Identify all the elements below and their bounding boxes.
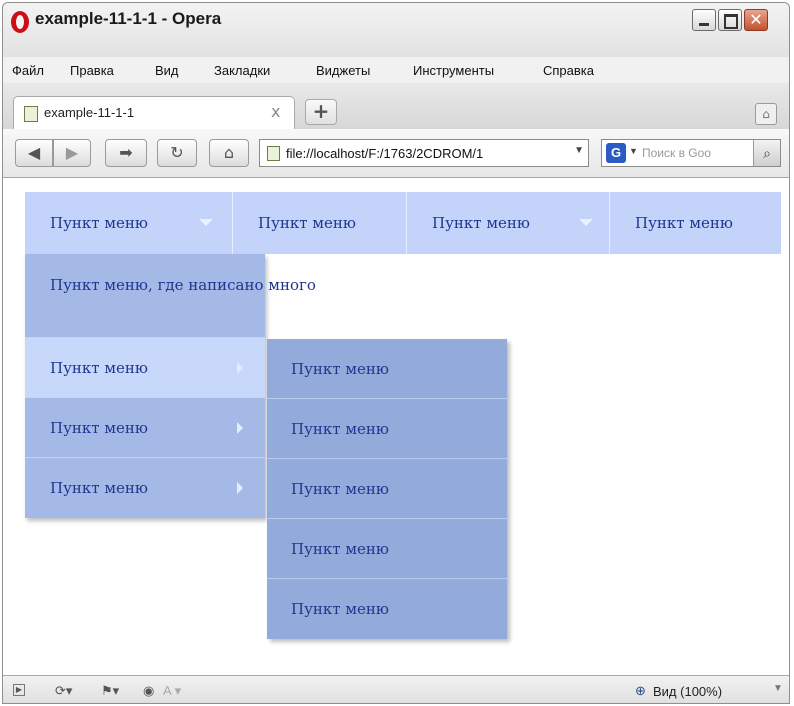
menu-help[interactable]: Справка	[543, 63, 594, 78]
title-bar: example-11-1-1 - Opera ✕	[3, 3, 789, 57]
menu-file[interactable]: Файл	[12, 63, 44, 78]
top-menu-item-4[interactable]: Пункт меню	[610, 192, 781, 254]
flyout-item-label: Пункт меню	[291, 540, 389, 558]
tab-close-button[interactable]: x	[271, 102, 280, 121]
menu-bar: Файл Правка Вид Закладки Виджеты Инструм…	[3, 57, 789, 83]
top-menu-label: Пункт меню	[50, 214, 148, 232]
url-dropdown-icon[interactable]: ▼	[574, 145, 584, 156]
tab-bar: example-11-1-1 x + ⌂	[3, 83, 789, 130]
search-engine-dropdown-icon[interactable]: ▼	[629, 146, 638, 156]
back-button[interactable]: ◀	[15, 139, 53, 167]
search-input[interactable]: Поиск в Goo	[642, 146, 750, 160]
browser-window: example-11-1-1 - Opera ✕ Файл Правка Вид…	[2, 2, 790, 704]
flyout-item-label: Пункт меню	[291, 480, 389, 498]
url-text[interactable]: file://localhost/F:/1763/2CDROM/1	[286, 146, 576, 161]
chevron-right-icon	[237, 482, 243, 494]
close-icon: ✕	[749, 10, 763, 29]
forward-button[interactable]: ▶	[53, 139, 91, 167]
top-menu-label: Пункт меню	[635, 214, 733, 232]
menu-view[interactable]: Вид	[155, 63, 179, 78]
dropdown-menu: Пункт меню, где написано много Пункт мен…	[25, 254, 316, 518]
address-field[interactable]: file://localhost/F:/1763/2CDROM/1 ▼	[259, 139, 589, 167]
page-icon	[267, 146, 280, 161]
flyout-item-label: Пункт меню	[291, 600, 389, 618]
flyout-item-2[interactable]: Пункт меню	[267, 399, 507, 459]
search-engine-icon[interactable]: G	[606, 143, 626, 163]
trash-icon[interactable]: ⌂	[755, 103, 777, 125]
window-title: example-11-1-1 - Opera	[35, 9, 222, 28]
dropdown-item-3[interactable]: Пункт меню	[25, 398, 265, 458]
sync-icon[interactable]: ⟳▾	[55, 683, 72, 699]
flyout-item-5[interactable]: Пункт меню	[267, 579, 507, 639]
new-tab-button[interactable]: +	[305, 99, 337, 125]
page-icon	[24, 106, 38, 122]
flyout-item-4[interactable]: Пункт меню	[267, 519, 507, 579]
top-menu: Пункт меню Пункт меню Пункт меню Пункт м…	[25, 192, 781, 254]
menu-bookmarks[interactable]: Закладки	[214, 63, 270, 78]
back-arrow-icon: ◀	[27, 143, 41, 162]
flyout-item-1[interactable]: Пункт меню	[267, 339, 507, 399]
chevron-down-icon	[199, 219, 213, 226]
status-bar: ▶ ⟳▾ ⚑▾ ◉ A ▾ ⊕ Вид (100%) ▼	[3, 675, 789, 703]
maximize-button[interactable]	[718, 9, 742, 31]
menu-tools[interactable]: Инструменты	[413, 63, 494, 78]
top-menu-item-1[interactable]: Пункт меню	[25, 192, 233, 254]
top-menu-label: Пункт меню	[258, 214, 356, 232]
opera-logo-icon[interactable]	[11, 11, 29, 33]
top-menu-item-3[interactable]: Пункт меню	[407, 192, 610, 254]
dropdown-item-1[interactable]: Пункт меню, где написано много	[25, 254, 316, 338]
menu-edit[interactable]: Правка	[70, 63, 114, 78]
chevron-down-icon	[579, 219, 593, 226]
top-menu-item-2[interactable]: Пункт меню	[233, 192, 407, 254]
page-content: Пункт меню Пункт меню Пункт меню Пункт м…	[3, 178, 789, 675]
minimize-button[interactable]	[692, 9, 716, 31]
menu-widgets[interactable]: Виджеты	[316, 63, 370, 78]
zoom-icon[interactable]: ⊕	[635, 683, 646, 699]
home-icon: ⌂	[223, 143, 235, 162]
chevron-right-icon	[237, 362, 243, 374]
home-button[interactable]: ⌂	[209, 139, 249, 167]
reload-icon: ↻	[170, 143, 184, 162]
dropdown-item-2[interactable]: Пункт меню	[25, 338, 265, 398]
forward-arrow-icon: ▶	[65, 143, 79, 162]
dropdown-item-label: Пункт меню	[50, 359, 148, 377]
flyout-item-label: Пункт меню	[291, 420, 389, 438]
zoom-dropdown-icon[interactable]: ▼	[773, 683, 783, 694]
unite-icon[interactable]: ⚑▾	[101, 683, 119, 699]
search-field[interactable]: G ▼ Поиск в Goo ⌕	[601, 139, 781, 167]
address-toolbar: ◀ ▶ ➡ ↻ ⌂ file://localhost/F:/1763/2CDRO…	[3, 129, 789, 178]
tab-example[interactable]: example-11-1-1 x	[13, 96, 295, 130]
fast-forward-button[interactable]: ➡	[105, 139, 147, 167]
flyout-item-3[interactable]: Пункт меню	[267, 459, 507, 519]
dropdown-item-label: Пункт меню	[50, 419, 148, 437]
turbo-dropdown-icon[interactable]: A ▾	[163, 683, 181, 699]
zoom-level[interactable]: Вид (100%)	[653, 684, 722, 699]
turbo-icon[interactable]: ◉	[143, 683, 154, 699]
search-icon[interactable]: ⌕	[753, 140, 780, 166]
tab-title: example-11-1-1	[44, 105, 135, 120]
panel-toggle-icon[interactable]: ▶	[13, 684, 25, 696]
dropdown-item-label: Пункт меню	[50, 479, 148, 497]
chevron-right-icon	[237, 422, 243, 434]
fast-forward-icon: ➡	[119, 143, 133, 162]
dropdown-item-label: Пункт меню, где написано много	[50, 276, 316, 294]
reload-button[interactable]: ↻	[157, 139, 197, 167]
flyout-item-label: Пункт меню	[291, 360, 389, 378]
top-menu-label: Пункт меню	[432, 214, 530, 232]
close-window-button[interactable]: ✕	[744, 9, 768, 31]
dropdown-item-4[interactable]: Пункт меню	[25, 458, 265, 518]
flyout-menu: Пункт меню Пункт меню Пункт меню Пункт м…	[267, 339, 507, 639]
